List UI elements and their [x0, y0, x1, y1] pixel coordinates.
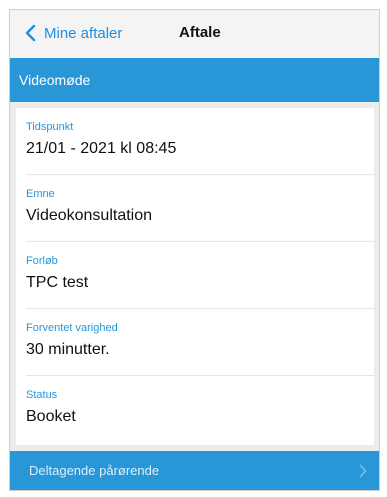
field-label: Emne	[26, 188, 55, 200]
field-value: TPC test	[26, 274, 89, 291]
field-value: Booket	[26, 408, 76, 425]
field-label: Status	[26, 389, 58, 401]
field-label: Forløb	[26, 255, 58, 267]
footer-label: Deltagende pårørende	[29, 463, 160, 478]
field-status: Status Booket	[16, 376, 374, 443]
page-title: Aftale	[179, 24, 221, 41]
field-label: Tidspunkt	[26, 121, 74, 133]
back-button[interactable]: Mine aftaler	[24, 24, 122, 42]
chevron-left-icon	[25, 24, 36, 42]
section-header: Videomøde	[10, 58, 379, 102]
app-screen: Mine aftaler Aftale Videomøde Tidspunkt …	[9, 9, 380, 491]
chevron-right-icon	[359, 464, 367, 478]
deltagende-paaroerende-row[interactable]: Deltagende pårørende	[10, 451, 379, 490]
field-forventet-varighed: Forventet varighed 30 minutter.	[16, 309, 374, 376]
field-value: Videokonsultation	[26, 207, 153, 224]
field-tidspunkt: Tidspunkt 21/01 - 2021 kl 08:45	[16, 108, 374, 175]
appointment-details: Tidspunkt 21/01 - 2021 kl 08:45 Emne Vid…	[16, 108, 374, 445]
field-emne: Emne Videokonsultation	[16, 175, 374, 242]
field-value: 21/01 - 2021 kl 08:45	[26, 140, 177, 157]
field-label: Forventet varighed	[26, 322, 118, 334]
field-forloeb: Forløb TPC test	[16, 242, 374, 309]
field-value: 30 minutter.	[26, 341, 110, 358]
navigation-bar: Mine aftaler Aftale	[10, 10, 379, 58]
back-button-label: Mine aftaler	[44, 24, 123, 42]
